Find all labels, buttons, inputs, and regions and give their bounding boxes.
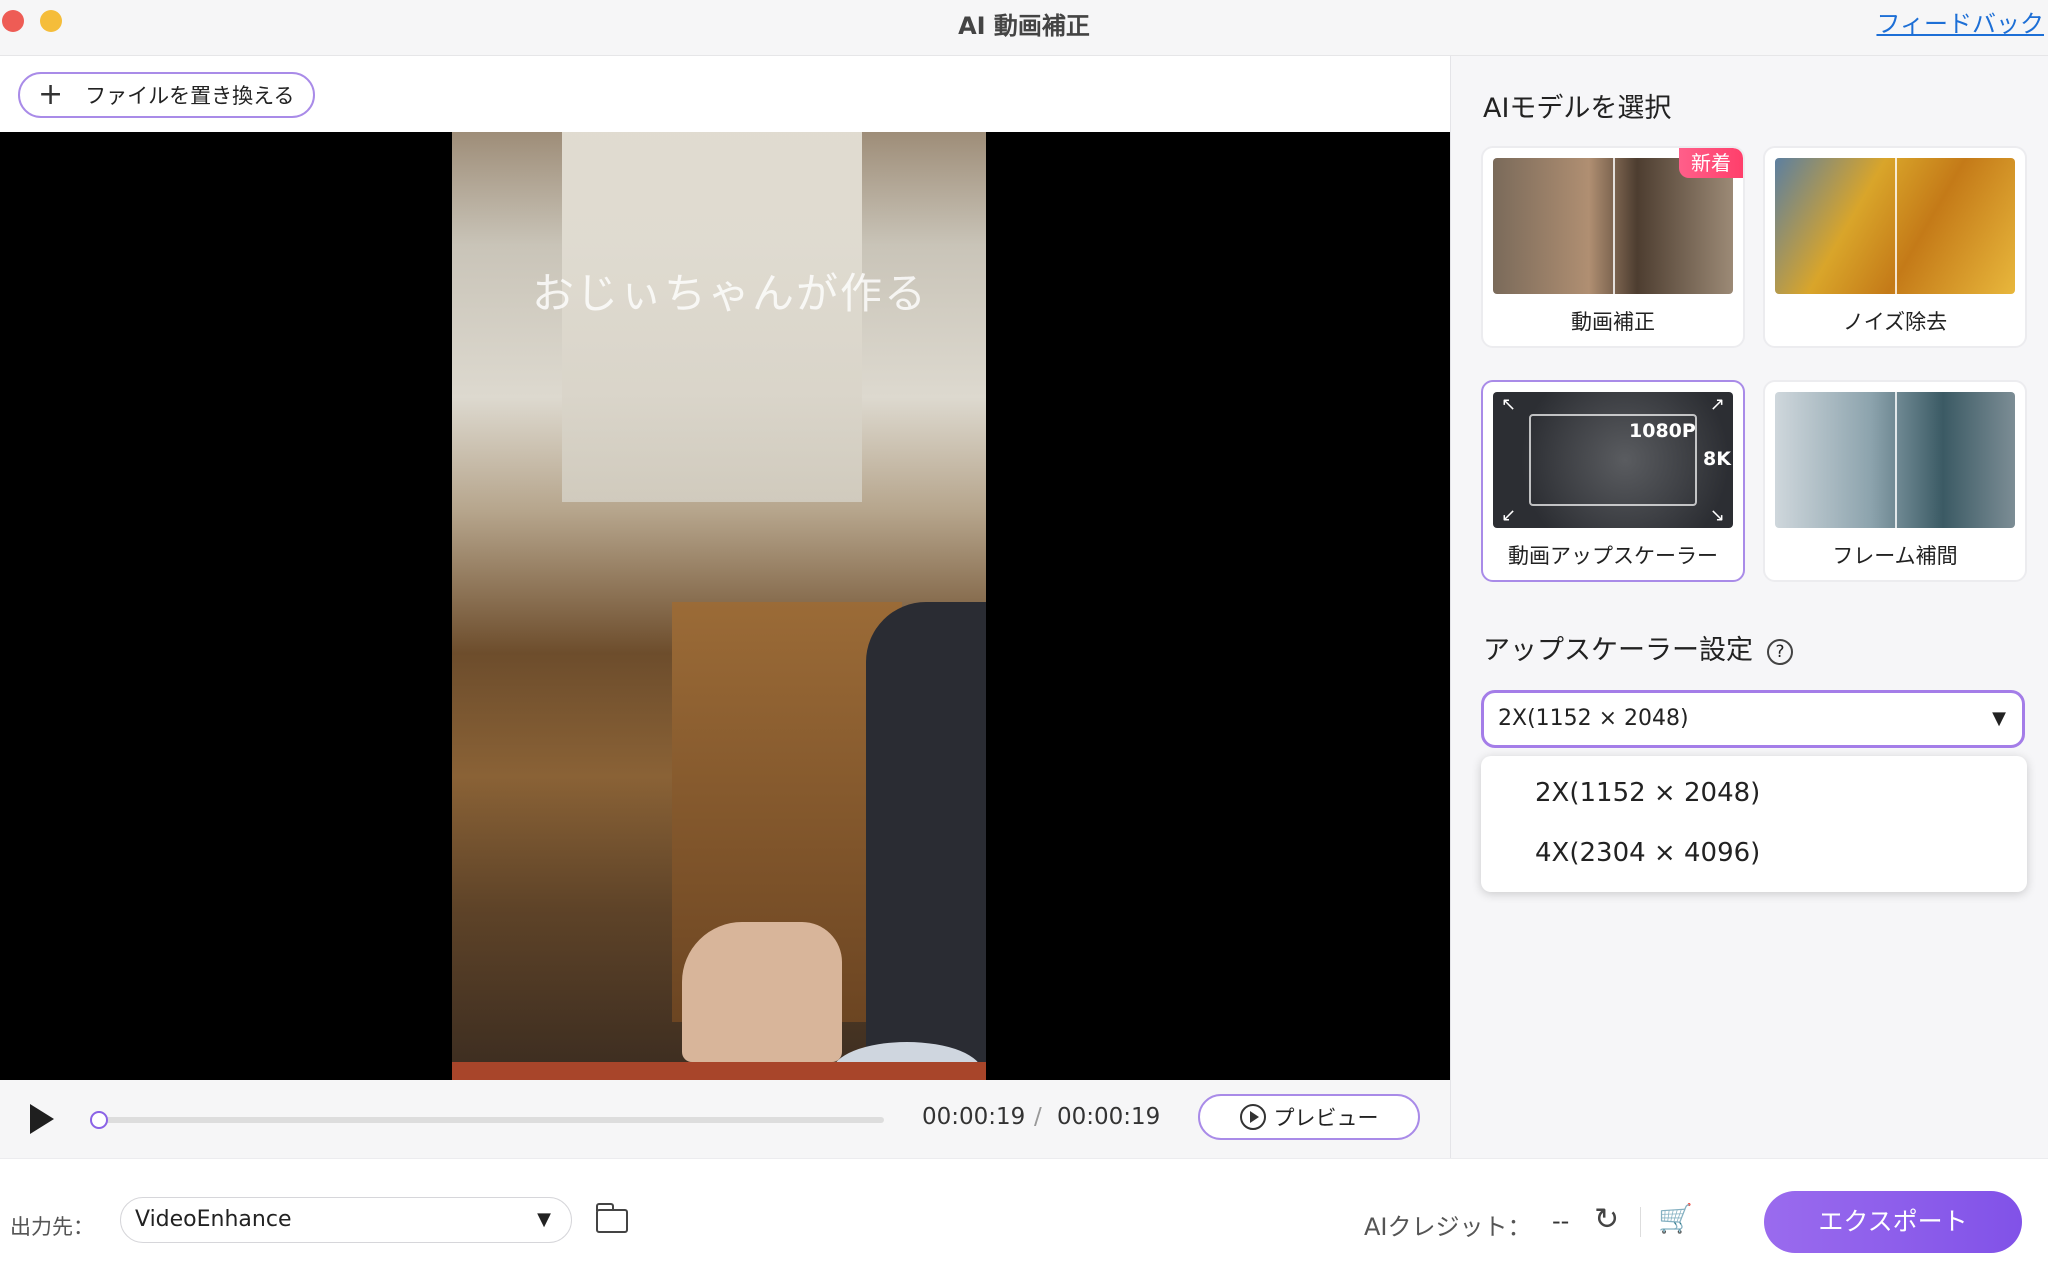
new-badge: 新着 xyxy=(1679,148,1743,178)
feedback-link[interactable]: フィードバック xyxy=(1876,4,2044,39)
output-folder-value: VideoEnhance xyxy=(135,1207,292,1232)
model-card-denoise[interactable]: ノイズ除去 xyxy=(1763,146,2027,348)
preview-pane: + ファイルを置き換える おじぃちゃんが作る 00:00:19 / 00:00:… xyxy=(0,56,1450,1158)
ai-credit-value: -- xyxy=(1552,1207,1570,1235)
export-button[interactable]: エクスポート xyxy=(1764,1191,2022,1253)
arrow-bottomleft-icon: ↙ xyxy=(1501,505,1517,526)
model-thumb-enhance xyxy=(1493,158,1733,294)
preview-button[interactable]: プレビュー xyxy=(1198,1094,1420,1140)
window-title: AI 動画補正 xyxy=(958,12,1090,40)
help-icon[interactable]: ? xyxy=(1767,638,1793,665)
model-card-enhance[interactable]: 新着 動画補正 xyxy=(1481,146,1745,348)
folder-icon[interactable] xyxy=(596,1203,628,1233)
replace-file-label: ファイルを置き換える xyxy=(85,84,295,108)
model-label: フレーム補間 xyxy=(1832,544,1958,568)
video-scene-person xyxy=(866,602,986,1080)
video-viewer[interactable]: おじぃちゃんが作る xyxy=(0,132,1450,1080)
split-line xyxy=(1895,392,1897,528)
app-window: AI 動画補正 フィードバック + ファイルを置き換える おじぃちゃんが作る 0… xyxy=(0,0,2048,1272)
scale-select[interactable]: 2X(1152 × 2048) ▼ xyxy=(1481,690,2025,748)
arrow-topright-icon: ↗ xyxy=(1709,394,1725,415)
upscaler-settings-label: アップスケーラー設定 xyxy=(1483,635,1753,666)
play-circle-icon xyxy=(1239,1104,1266,1130)
timeline-handle[interactable] xyxy=(90,1111,108,1129)
arrow-bottomright-icon: ↘ xyxy=(1709,505,1725,526)
model-thumb-upscaler: 1080P 8K ↖ ↗ ↙ ↘ xyxy=(1493,392,1733,528)
chevron-down-icon: ▼ xyxy=(537,1209,551,1230)
video-frame: おじぃちゃんが作る xyxy=(452,132,986,1080)
arrow-topleft-icon: ↖ xyxy=(1501,394,1517,415)
replace-file-button[interactable]: + ファイルを置き換える xyxy=(18,72,315,118)
timeline-scrubber[interactable] xyxy=(98,1117,884,1123)
scale-option-2x[interactable]: 2X(1152 × 2048) xyxy=(1535,778,1760,808)
play-icon[interactable] xyxy=(30,1104,54,1134)
model-thumb-denoise xyxy=(1775,158,2015,294)
scale-option-4x[interactable]: 4X(2304 × 4096) xyxy=(1535,838,1760,868)
upscaler-settings-title: アップスケーラー設定? xyxy=(1483,628,1793,667)
video-scene-table xyxy=(452,1062,986,1080)
model-label: 動画補正 xyxy=(1571,310,1655,334)
title-bar: AI 動画補正 フィードバック xyxy=(0,0,2048,56)
footer-bar: 出力先： VideoEnhance ▼ AIクレジット： -- ↻ 🛒 エクスポ… xyxy=(0,1158,2048,1272)
total-time: 00:00:19 xyxy=(1057,1104,1161,1130)
output-label: 出力先： xyxy=(10,1215,94,1239)
preview-label: プレビュー xyxy=(1273,1106,1379,1130)
settings-panel: AIモデルを選択 新着 動画補正 ノイズ除去 1080P 8K ↖ ↗ ↙ ↘ … xyxy=(1450,56,2048,1158)
video-caption: おじぃちゃんが作る xyxy=(532,269,929,318)
res-label-8k: 8K xyxy=(1703,448,1731,470)
split-line xyxy=(1895,158,1897,294)
split-line xyxy=(1613,158,1615,294)
model-label: 動画アップスケーラー xyxy=(1508,544,1718,568)
chevron-down-icon: ▼ xyxy=(1992,708,2006,729)
refresh-icon[interactable]: ↻ xyxy=(1594,1205,1619,1235)
model-card-frame-interp[interactable]: フレーム補間 xyxy=(1763,380,2027,582)
ai-credit-label: AIクレジット： xyxy=(1364,1213,1532,1241)
plus-icon: + xyxy=(38,77,64,112)
model-thumb-frame-interp xyxy=(1775,392,2015,528)
output-folder-select[interactable]: VideoEnhance ▼ xyxy=(120,1197,572,1243)
cart-icon[interactable]: 🛒 xyxy=(1658,1205,1693,1233)
playback-controls: 00:00:19 / 00:00:19 プレビュー xyxy=(0,1080,1450,1158)
time-separator: / xyxy=(1034,1104,1042,1130)
model-card-upscaler[interactable]: 1080P 8K ↖ ↗ ↙ ↘ 動画アップスケーラー xyxy=(1481,380,1745,582)
model-section-title: AIモデルを選択 xyxy=(1483,93,1672,124)
model-label: ノイズ除去 xyxy=(1842,310,1948,334)
divider xyxy=(1640,1207,1641,1237)
video-scene-hand xyxy=(682,922,842,1062)
scale-dropdown-menu: 2X(1152 × 2048) 4X(2304 × 4096) xyxy=(1481,756,2027,892)
scale-select-value: 2X(1152 × 2048) xyxy=(1498,706,1689,731)
res-label-1080p: 1080P xyxy=(1629,420,1696,442)
current-time: 00:00:19 xyxy=(922,1104,1026,1130)
